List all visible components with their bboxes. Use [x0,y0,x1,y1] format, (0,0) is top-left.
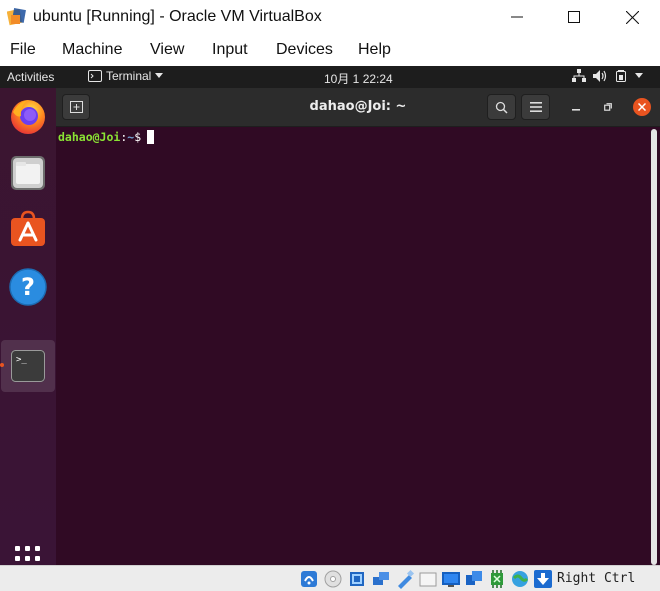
terminal-glyph: >_ [16,355,27,365]
menu-machine[interactable]: Machine [62,41,122,59]
shared-folders-icon[interactable] [418,569,438,589]
virtualbox-app-icon [7,8,26,26]
maximize-button[interactable] [551,0,597,34]
menu-devices[interactable]: Devices [276,41,333,59]
restore-icon [604,103,612,111]
terminal-small-icon [88,70,102,82]
close-icon [625,10,639,24]
network-icon[interactable] [371,569,391,589]
menu-input[interactable]: Input [212,41,248,59]
guest-display[interactable]: Activities Terminal 10月 1 22:24 ? >_ dah… [0,66,660,565]
terminal-icon[interactable]: >_ [8,346,48,386]
terminal-output-area[interactable]: dahao@Joi:~$ [56,127,660,565]
host-key-arrow-icon[interactable] [533,569,553,589]
menu-bar: File Machine View Input Devices Help [0,34,660,66]
menu-file[interactable]: File [10,41,36,59]
window-titlebar: ubuntu [Running] - Oracle VM VirtualBox [0,0,660,34]
help-icon[interactable]: ? [8,267,48,307]
ubuntu-dock: ? >_ [0,88,56,565]
minimize-icon [572,109,580,111]
hamburger-menu-icon [529,102,542,112]
activities-button[interactable]: Activities [7,70,54,84]
terminal-menu-button[interactable] [521,94,550,120]
terminal-minimize-button[interactable] [566,97,586,117]
usb-icon[interactable] [395,569,415,589]
running-indicator [0,363,4,367]
window-title: ubuntu [Running] - Oracle VM VirtualBox [33,8,322,25]
text-cursor [147,130,155,144]
video-capture-icon[interactable] [464,569,484,589]
gnome-top-bar: Activities Terminal 10月 1 22:24 [0,66,660,88]
minimize-icon [511,16,523,18]
help-glyph: ? [21,273,35,301]
mouse-integration-icon[interactable] [510,569,530,589]
close-button[interactable] [609,0,655,34]
app-menu-label: Terminal [106,69,152,83]
prompt-dollar: $ [134,130,142,144]
dropdown-arrow-icon [155,73,164,78]
files-icon[interactable] [8,153,48,193]
hard-disk-icon[interactable] [299,569,319,589]
menu-view[interactable]: View [150,41,184,59]
audio-icon[interactable] [347,569,367,589]
optical-drive-icon[interactable] [323,569,343,589]
shell-prompt: dahao@Joi:~$ [58,130,155,144]
cpu-icon[interactable] [487,569,507,589]
firefox-icon[interactable] [8,96,48,136]
network-wired-icon [572,69,586,82]
maximize-icon [568,11,580,23]
terminal-scrollbar[interactable] [651,129,657,565]
prompt-user-host: dahao@Joi [58,130,121,144]
status-bar: Right Ctrl [0,565,660,591]
clock[interactable]: 10月 1 22:24 [324,70,393,87]
terminal-search-button[interactable] [487,94,516,120]
close-icon [638,103,646,111]
search-icon [495,101,508,114]
display-icon[interactable] [441,569,461,589]
terminal-restore-button[interactable] [598,97,618,117]
menu-help[interactable]: Help [358,41,391,59]
host-key-label: Right Ctrl [557,571,636,586]
software-center-icon[interactable] [8,209,48,249]
minimize-button[interactable] [494,0,540,34]
app-menu-button[interactable]: Terminal [88,69,164,83]
terminal-headerbar: dahao@Joi: ~ [56,88,660,127]
system-tray[interactable] [572,69,643,82]
show-applications-grid-icon[interactable] [14,545,42,565]
battery-icon [616,69,626,82]
volume-icon [593,69,607,82]
terminal-close-button[interactable] [633,98,651,116]
system-menu-arrow-icon [635,72,643,78]
